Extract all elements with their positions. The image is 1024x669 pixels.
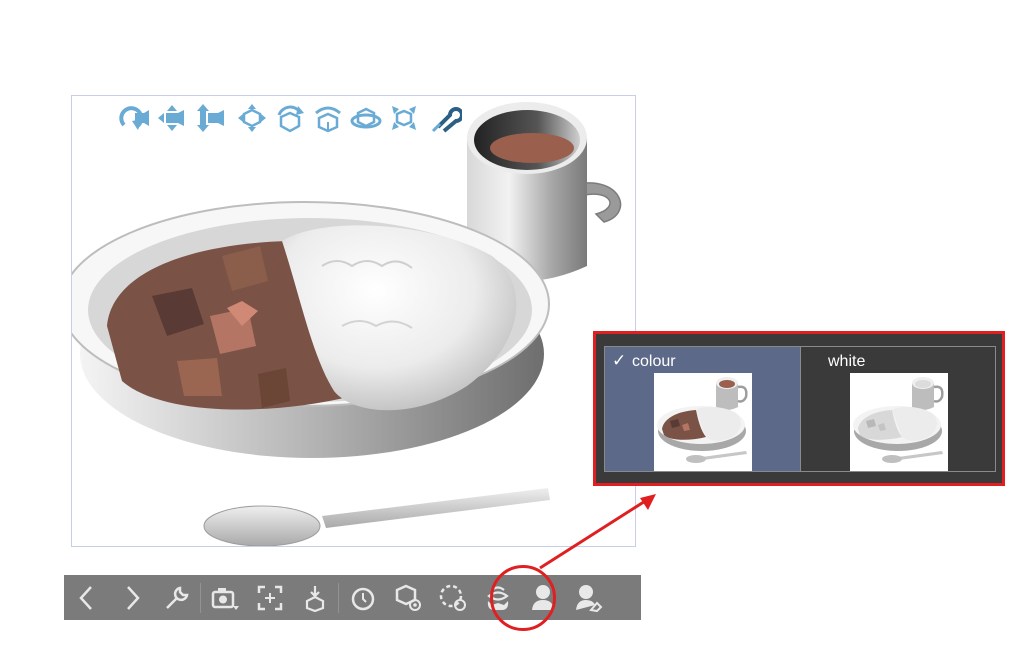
- snap-tool[interactable]: [428, 100, 464, 136]
- curry-plate-scene[interactable]: [72, 96, 636, 547]
- next-icon: [126, 585, 140, 610]
- reset-rotation-button[interactable]: [430, 575, 475, 620]
- pose-icon: [531, 584, 554, 610]
- scale-object-tool[interactable]: [386, 100, 422, 136]
- object-launcher-toolbar: [64, 575, 641, 620]
- pan-camera-icon: [158, 105, 184, 131]
- rotate-object-axis-icon: [315, 106, 341, 133]
- timer-button[interactable]: [340, 575, 385, 620]
- camera-angle-button[interactable]: [202, 575, 247, 620]
- white-thumbnail: [850, 373, 948, 471]
- toolbar-divider: [200, 582, 201, 613]
- texture-mode-icon: [486, 585, 509, 610]
- texture-mode-button[interactable]: [475, 575, 520, 620]
- rotate-object-plane-icon: [350, 107, 382, 129]
- settings-button[interactable]: [154, 575, 199, 620]
- rotate-camera-icon: [119, 106, 149, 130]
- object-settings-button[interactable]: [385, 575, 430, 620]
- reset-rotation-icon: [439, 584, 466, 611]
- colour-thumbnail: [654, 373, 752, 471]
- texture-option-colour[interactable]: ✓ colour: [605, 347, 800, 471]
- toolbar-divider: [338, 582, 339, 613]
- wrench-icon: [165, 585, 189, 609]
- fit-to-view-button[interactable]: [247, 575, 292, 620]
- pan-camera-tool[interactable]: [154, 100, 190, 136]
- rotate-object-axis-tool[interactable]: [310, 100, 346, 136]
- move-object-tool[interactable]: [234, 100, 270, 136]
- rotate-object-plane-tool[interactable]: [348, 100, 384, 136]
- texture-option-white[interactable]: white: [800, 347, 995, 471]
- curry-plate: [72, 201, 550, 458]
- move-object-icon: [238, 104, 266, 132]
- texture-mode-options: ✓ colour white: [604, 346, 996, 472]
- checkmark-icon: ✓: [612, 351, 627, 370]
- fit-to-view-icon: [257, 585, 282, 610]
- 3d-viewport[interactable]: [71, 95, 636, 547]
- place-on-ground-button[interactable]: [292, 575, 337, 620]
- camera-angle-icon: [211, 587, 239, 610]
- object-settings-icon: [395, 584, 421, 611]
- spoon: [203, 488, 550, 546]
- rotate-camera-tool[interactable]: [116, 100, 152, 136]
- camera-toolbar: [116, 100, 464, 136]
- texture-option-label: white: [828, 353, 866, 370]
- next-button[interactable]: [109, 575, 154, 620]
- dolly-camera-icon: [197, 104, 224, 132]
- previous-icon: [78, 585, 92, 610]
- rotate-object-tool[interactable]: [272, 100, 308, 136]
- snap-icon: [431, 107, 462, 133]
- rotate-object-icon: [277, 105, 304, 133]
- pose-button[interactable]: [520, 575, 565, 620]
- scale-object-icon: [392, 106, 416, 130]
- hand-pose-icon: [575, 584, 602, 612]
- dolly-camera-tool[interactable]: [192, 100, 228, 136]
- hand-pose-button[interactable]: [565, 575, 610, 620]
- previous-button[interactable]: [64, 575, 109, 620]
- texture-option-label: colour: [632, 353, 676, 370]
- place-on-ground-icon: [305, 585, 324, 612]
- timer-icon: [351, 587, 374, 610]
- texture-mode-popup: ✓ colour white: [593, 331, 1005, 486]
